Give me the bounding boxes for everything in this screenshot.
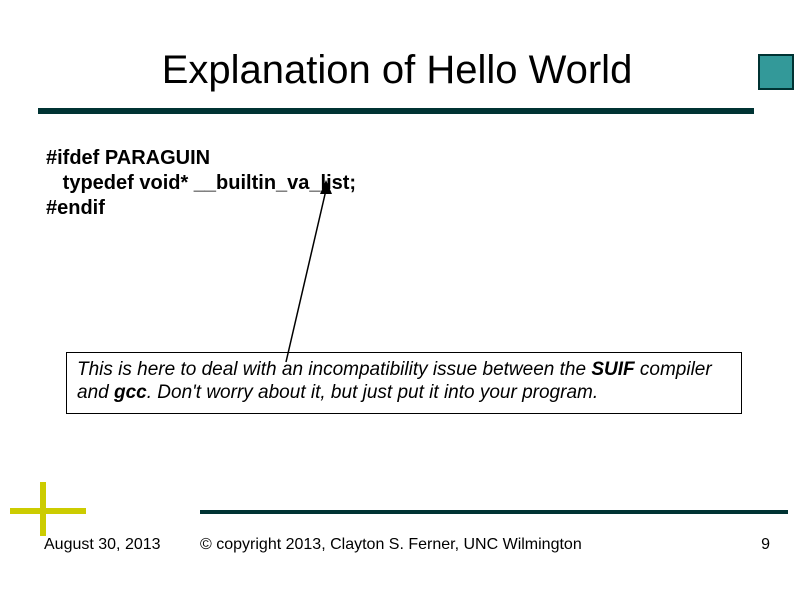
corner-decoration [758,54,794,90]
page-number: 9 [761,536,770,554]
footer-copyright: © copyright 2013, Clayton S. Ferner, UNC… [200,536,582,554]
title-underline [38,108,754,114]
code-block: #ifdef PARAGUIN typedef void* __builtin_… [46,146,356,221]
note-box: This is here to deal with an incompatibi… [66,352,742,414]
footer-date: August 30, 2013 [44,536,161,554]
note-text-pre: This is here to deal with an incompatibi… [77,359,591,380]
footer-cross-horizontal [10,508,86,514]
footer-divider [200,510,788,514]
slide: Explanation of Hello World #ifdef PARAGU… [0,0,794,595]
code-line-3: #endif [46,197,105,219]
note-bold-gcc: gcc [114,382,147,403]
note-bold-suif: SUIF [591,359,634,380]
code-line-1: #ifdef PARAGUIN [46,147,210,169]
code-line-2: typedef void* __builtin_va_list; [46,172,356,194]
note-text-post: . Don't worry about it, but just put it … [147,382,598,403]
page-title: Explanation of Hello World [0,48,794,93]
